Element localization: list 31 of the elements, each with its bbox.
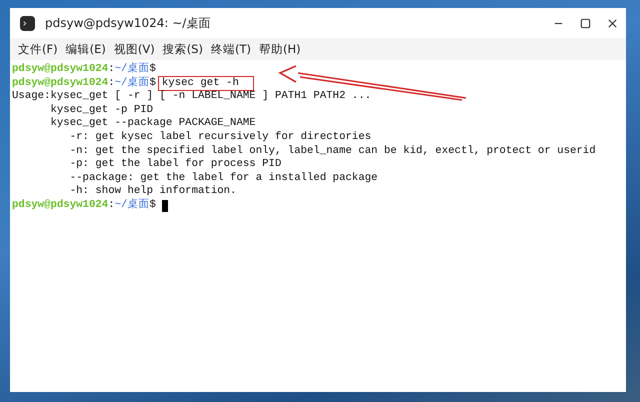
output-text: -n: get the specified label only, label_name can be kid, exectl, protect or userid [68,144,596,158]
prompt-sign: $ [149,198,156,213]
prompt-separator: : [108,76,115,90]
maximize-icon[interactable] [580,18,591,28]
menu-item[interactable]: 终端(T) [210,42,251,56]
output-text: -h: show help information. [68,185,236,198]
prompt-separator: : [108,198,115,213]
output-text: -p: get the label for process PID [68,158,282,172]
menu-item[interactable]: 视图(V) [114,42,155,56]
output-text: --package: get the label for a installed package [68,172,378,185]
prompt-user: pdsyw@pdsyw1024 [12,76,108,90]
command-text: kysec get -h [158,76,254,92]
menu-item[interactable]: 搜索(S) [162,42,203,56]
prompt-sign: $ [149,63,156,77]
prompt-user: pdsyw@pdsyw1024 [12,63,108,77]
output-text: kysec_get -p PID [49,104,154,117]
close-icon[interactable] [607,18,618,28]
menu-item[interactable]: 文件(F) [18,42,58,56]
prompt-path: ~/桌面 [114,198,150,213]
output-text: kysec_get --package PACKAGE_NAME [49,117,256,131]
output-text: -r: get kysec label recursively for directories [68,130,372,145]
output-text: Usage:kysec_get [ -r ] [ -n LABEL_NAME ] PATH1 PATH2 ... [12,90,372,104]
prompt-user: pdsyw@pdsyw1024 [12,198,108,213]
prompt-path: ~/桌面 [114,63,150,76]
prompt-path: ~/桌面 [114,76,150,90]
window-title: pdsyw@pdsyw1024: ~/桌面 [45,14,210,32]
menu-item[interactable]: 帮助(H) [258,42,301,56]
prompt-sign: $ [149,76,156,90]
terminal-icon [20,16,35,30]
prompt-separator: : [108,63,115,77]
menu-item[interactable]: 编辑(E) [66,42,106,56]
